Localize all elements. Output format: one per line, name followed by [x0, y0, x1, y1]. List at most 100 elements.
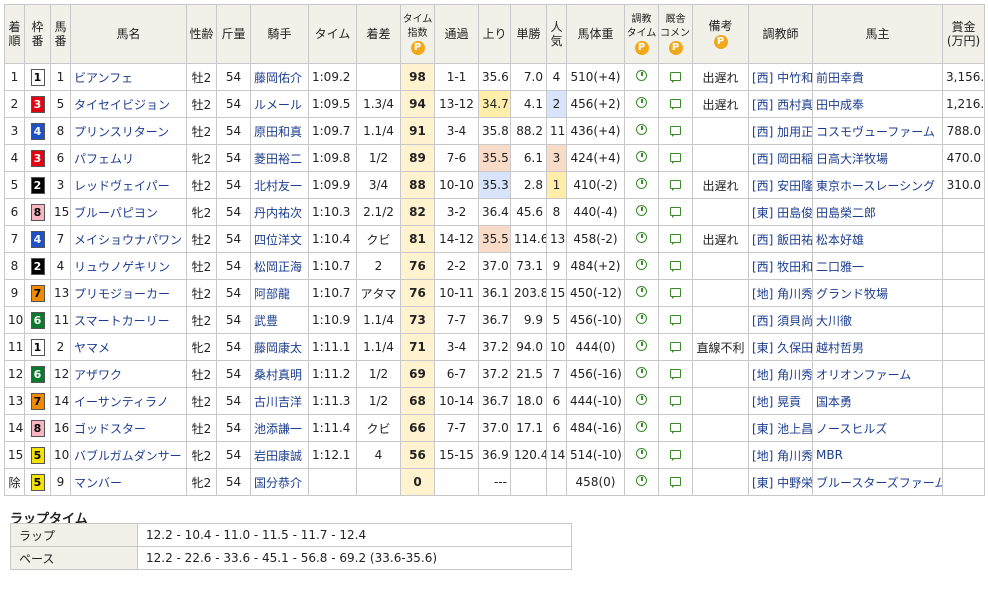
p-badge-icon[interactable]: P — [634, 41, 649, 55]
horse-name-link[interactable]: マンバー — [70, 468, 187, 496]
owner-link[interactable]: ブルースターズファーム — [812, 468, 943, 496]
comment-bubble-icon[interactable] — [670, 234, 681, 245]
trainer-link[interactable]: [西] 安田隆行 — [748, 171, 813, 199]
clock-icon[interactable] — [636, 178, 647, 189]
comment-bubble-icon[interactable] — [670, 72, 681, 83]
trainer-link[interactable]: [西] 飯田祐史 — [748, 225, 813, 253]
trainer-link[interactable]: [東] 池上昌和 — [748, 414, 813, 442]
owner-link[interactable]: 東京ホースレーシング — [812, 171, 943, 199]
jockey-link[interactable]: 池添謙一 — [250, 414, 309, 442]
owner-link[interactable]: 大川徹 — [812, 306, 943, 334]
jockey-link[interactable]: 藤岡康太 — [250, 333, 309, 361]
clock-icon[interactable] — [636, 70, 647, 81]
horse-name-link[interactable]: メイショウナパワン — [70, 225, 187, 253]
owner-link[interactable]: 二口雅一 — [812, 252, 943, 280]
horse-name-link[interactable]: イーサンティラノ — [70, 387, 187, 415]
jockey-link[interactable]: 岩田康誠 — [250, 441, 309, 469]
horse-name-link[interactable]: ヤマメ — [70, 333, 187, 361]
jockey-link[interactable]: 原田和真 — [250, 117, 309, 145]
horse-name-link[interactable]: バブルガムダンサー — [70, 441, 187, 469]
jockey-link[interactable]: 松岡正海 — [250, 252, 309, 280]
comment-bubble-icon[interactable] — [670, 180, 681, 191]
owner-link[interactable]: MBR — [812, 441, 943, 469]
clock-icon[interactable] — [636, 151, 647, 162]
owner-link[interactable]: 国本勇 — [812, 387, 943, 415]
comment-bubble-icon[interactable] — [670, 477, 681, 488]
clock-icon[interactable] — [636, 448, 647, 459]
comment-bubble-icon[interactable] — [670, 261, 681, 272]
jockey-link[interactable]: 丹内祐次 — [250, 198, 309, 226]
clock-icon[interactable] — [636, 97, 647, 108]
comment-bubble-icon[interactable] — [670, 450, 681, 461]
jockey-link[interactable]: 武豊 — [250, 306, 309, 334]
trainer-link[interactable]: [東] 田島俊明 — [748, 198, 813, 226]
jockey-link[interactable]: 古川吉洋 — [250, 387, 309, 415]
owner-link[interactable]: 田島榮二郎 — [812, 198, 943, 226]
trainer-link[interactable]: [西] 岡田稲男 — [748, 144, 813, 172]
trainer-link[interactable]: [東] 中野栄治 — [748, 468, 813, 496]
horse-name-link[interactable]: ビアンフェ — [70, 63, 187, 91]
clock-icon[interactable] — [636, 232, 647, 243]
clock-icon[interactable] — [636, 286, 647, 297]
horse-name-link[interactable]: タイセイビジョン — [70, 90, 187, 118]
trainer-link[interactable]: [西] 加用正 — [748, 117, 813, 145]
comment-bubble-icon[interactable] — [670, 207, 681, 218]
jockey-link[interactable]: ルメール — [250, 90, 309, 118]
horse-name-link[interactable]: リュウノゲキリン — [70, 252, 187, 280]
trainer-link[interactable]: [西] 須貝尚介 — [748, 306, 813, 334]
p-badge-icon[interactable]: P — [668, 41, 683, 55]
horse-name-link[interactable]: ブルーパピヨン — [70, 198, 187, 226]
p-badge-icon[interactable]: P — [410, 41, 425, 55]
jockey-link[interactable]: 桑村真明 — [250, 360, 309, 388]
trainer-link[interactable]: [西] 牧田和弥 — [748, 252, 813, 280]
comment-bubble-icon[interactable] — [670, 342, 681, 353]
clock-icon[interactable] — [636, 421, 647, 432]
comment-bubble-icon[interactable] — [670, 396, 681, 407]
owner-link[interactable]: ノースヒルズ — [812, 414, 943, 442]
owner-link[interactable]: 前田幸貴 — [812, 63, 943, 91]
clock-icon[interactable] — [636, 340, 647, 351]
comment-bubble-icon[interactable] — [670, 369, 681, 380]
jockey-link[interactable]: 阿部龍 — [250, 279, 309, 307]
trainer-link[interactable]: [地] 角川秀樹 — [748, 279, 813, 307]
trainer-link[interactable]: [東] 久保田貴 — [748, 333, 813, 361]
comment-bubble-icon[interactable] — [670, 126, 681, 137]
trainer-link[interactable]: [地] 晃貢 — [748, 387, 813, 415]
trainer-link[interactable]: [西] 西村真幸 — [748, 90, 813, 118]
p-badge-icon[interactable]: P — [713, 35, 728, 49]
horse-name-link[interactable]: パフェムリ — [70, 144, 187, 172]
jockey-link[interactable]: 国分恭介 — [250, 468, 309, 496]
clock-icon[interactable] — [636, 124, 647, 135]
clock-icon[interactable] — [636, 394, 647, 405]
clock-icon[interactable] — [636, 313, 647, 324]
comment-bubble-icon[interactable] — [670, 153, 681, 164]
jockey-link[interactable]: 四位洋文 — [250, 225, 309, 253]
clock-icon[interactable] — [636, 475, 647, 486]
horse-name-link[interactable]: レッドヴェイパー — [70, 171, 187, 199]
comment-bubble-icon[interactable] — [670, 423, 681, 434]
clock-icon[interactable] — [636, 259, 647, 270]
owner-link[interactable]: 日高大洋牧場 — [812, 144, 943, 172]
comment-bubble-icon[interactable] — [670, 99, 681, 110]
comment-bubble-icon[interactable] — [670, 315, 681, 326]
horse-name-link[interactable]: スマートカーリー — [70, 306, 187, 334]
horse-name-link[interactable]: アザワク — [70, 360, 187, 388]
trainer-link[interactable]: [西] 中竹和也 — [748, 63, 813, 91]
owner-link[interactable]: 松本好雄 — [812, 225, 943, 253]
owner-link[interactable]: コスモヴューファーム — [812, 117, 943, 145]
jockey-link[interactable]: 菱田裕二 — [250, 144, 309, 172]
horse-name-link[interactable]: プリンスリターン — [70, 117, 187, 145]
comment-bubble-icon[interactable] — [670, 288, 681, 299]
trainer-link[interactable]: [地] 角川秀樹 — [748, 441, 813, 469]
trainer-link[interactable]: [地] 角川秀樹 — [748, 360, 813, 388]
jockey-link[interactable]: 北村友一 — [250, 171, 309, 199]
owner-link[interactable]: オリオンファーム — [812, 360, 943, 388]
clock-icon[interactable] — [636, 367, 647, 378]
horse-name-link[interactable]: ゴッドスター — [70, 414, 187, 442]
owner-link[interactable]: 越村哲男 — [812, 333, 943, 361]
horse-name-link[interactable]: プリモジョーカー — [70, 279, 187, 307]
jockey-link[interactable]: 藤岡佑介 — [250, 63, 309, 91]
clock-icon[interactable] — [636, 205, 647, 216]
owner-link[interactable]: グランド牧場 — [812, 279, 943, 307]
owner-link[interactable]: 田中成奉 — [812, 90, 943, 118]
